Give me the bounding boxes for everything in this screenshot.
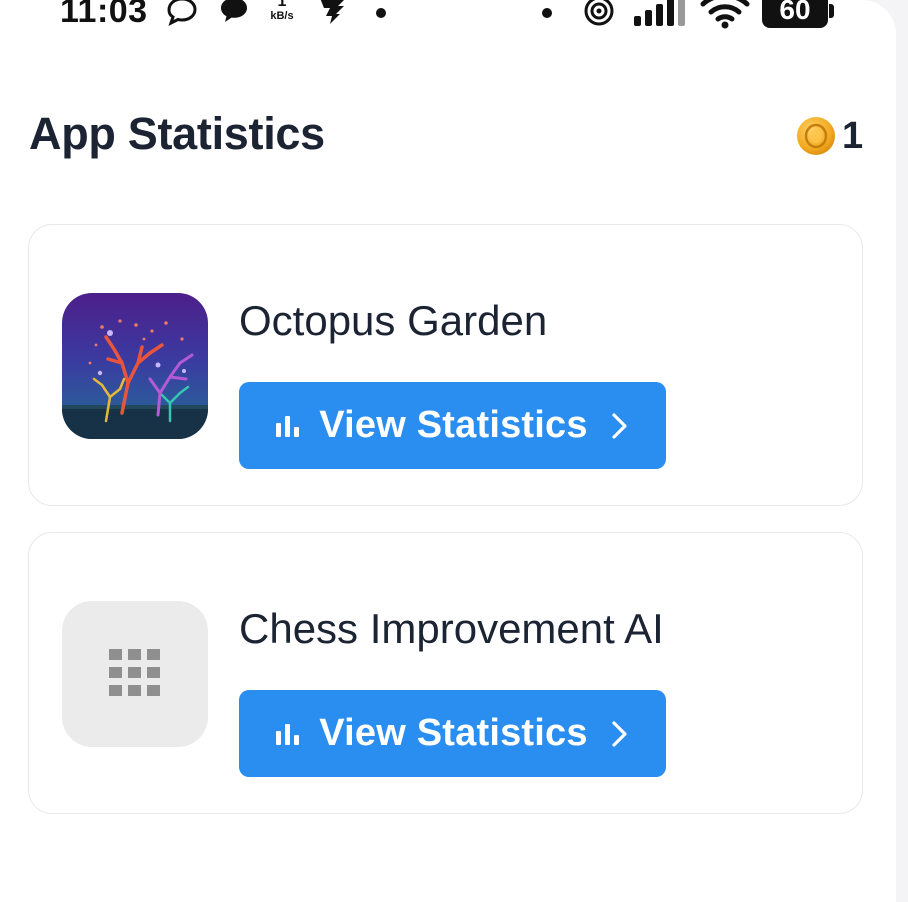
coin-balance[interactable]: 1 bbox=[796, 115, 863, 157]
battery-tip bbox=[829, 4, 834, 18]
battery-indicator: 60 bbox=[762, 0, 828, 28]
app-icon-placeholder bbox=[62, 601, 208, 747]
network-speed: 1 kB/s bbox=[262, 0, 302, 22]
network-speed-value: 1 bbox=[277, 0, 287, 10]
app-name: Chess Improvement AI bbox=[239, 605, 664, 652]
app-notification-icon bbox=[320, 0, 344, 24]
status-bar: 11:03 1 kB/s 60 bbox=[0, 0, 896, 40]
status-dot bbox=[542, 8, 552, 18]
chat-icon bbox=[221, 0, 247, 22]
chevron-right-icon bbox=[612, 720, 627, 747]
bar-chart-icon bbox=[276, 415, 300, 437]
app-name: Octopus Garden bbox=[239, 297, 548, 344]
wifi-icon bbox=[700, 0, 750, 29]
page-title: App Statistics bbox=[29, 108, 325, 159]
screen: 11:03 1 kB/s 60 App Statistics 1 Octopus… bbox=[0, 0, 896, 902]
message-bubble-icon bbox=[167, 0, 197, 26]
view-statistics-button[interactable]: View Statistics bbox=[239, 382, 666, 469]
notification-dot bbox=[376, 8, 386, 18]
signal-strength-icon bbox=[634, 0, 685, 26]
grid-placeholder-icon bbox=[109, 649, 160, 696]
network-speed-unit: kB/s bbox=[270, 10, 294, 22]
status-time: 11:03 bbox=[60, 0, 148, 30]
coin-icon bbox=[797, 117, 835, 155]
coin-count: 1 bbox=[842, 114, 864, 157]
view-statistics-button[interactable]: View Statistics bbox=[239, 690, 666, 777]
chevron-right-icon bbox=[612, 412, 627, 439]
view-statistics-label: View Statistics bbox=[319, 404, 588, 446]
view-statistics-label: View Statistics bbox=[319, 712, 588, 754]
app-card-octopus-garden: Octopus Garden View Statistics bbox=[28, 224, 863, 506]
hotspot-icon bbox=[584, 0, 614, 26]
octopus-garden-app-icon bbox=[62, 293, 208, 439]
app-card-chess-improvement-ai: Chess Improvement AI View Statistics bbox=[28, 532, 863, 814]
bar-chart-icon bbox=[276, 723, 300, 745]
